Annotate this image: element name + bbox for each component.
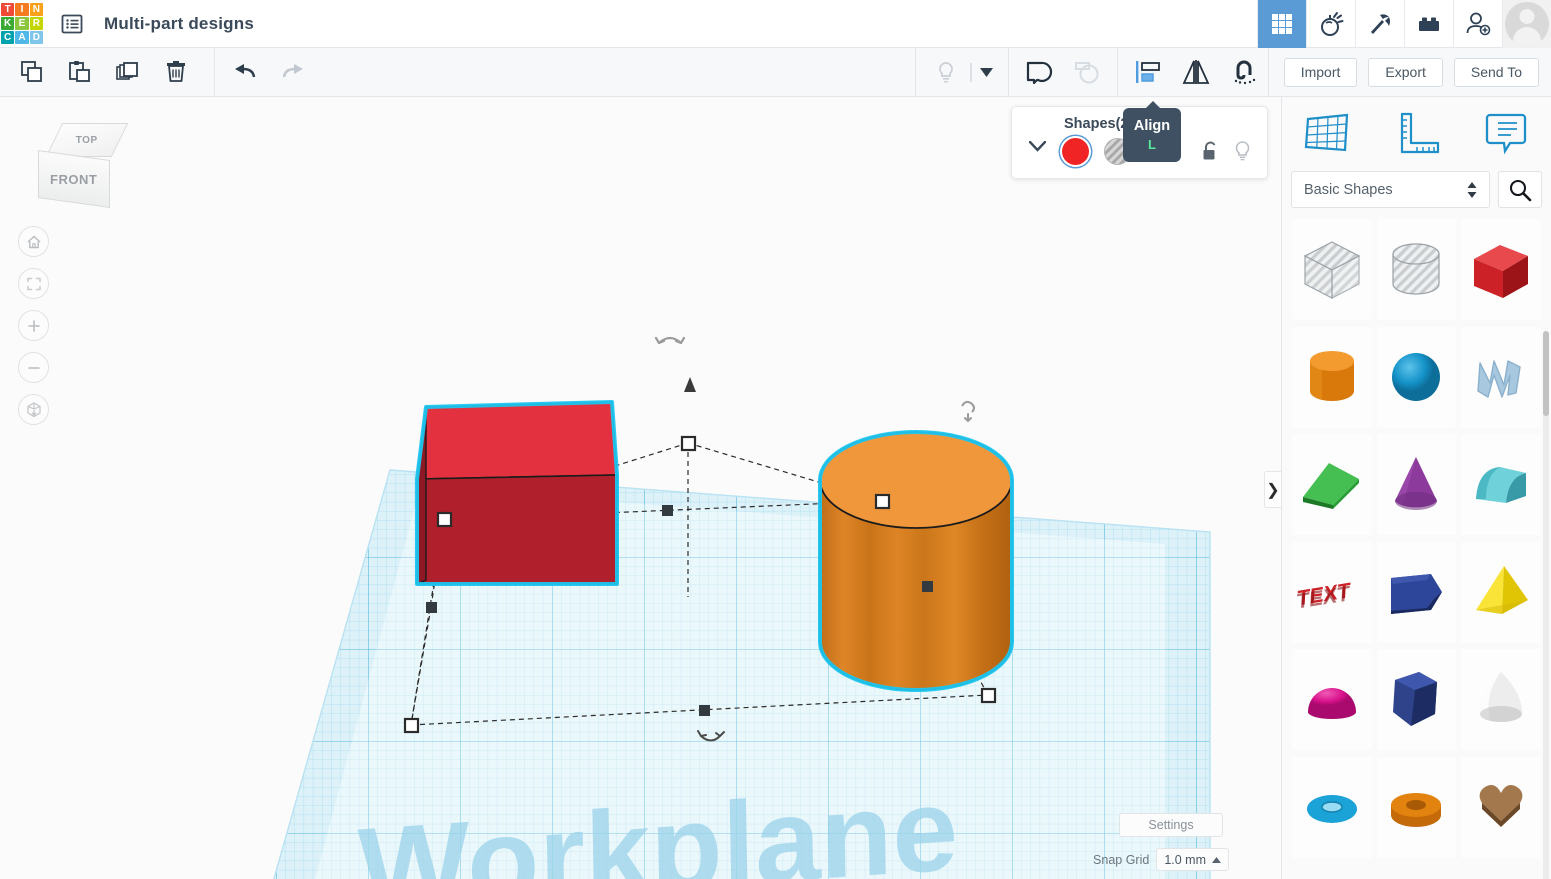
zoom-in-button[interactable] xyxy=(18,310,49,341)
shape-cylinder[interactable] xyxy=(1292,326,1372,428)
design-canvas[interactable]: Workplane TOP FRONT Settings Snap Grid 1… xyxy=(0,97,1281,879)
logo-tile-n: N xyxy=(29,2,43,16)
shape-wedge[interactable] xyxy=(1376,541,1457,643)
workplane-tool-icon[interactable] xyxy=(1282,109,1372,157)
shape-cylinder-hole[interactable] xyxy=(1376,219,1457,320)
zoom-out-button[interactable] xyxy=(18,352,49,383)
duplicate-button[interactable] xyxy=(104,48,152,96)
tinkercad-logo[interactable]: TINKERCAD xyxy=(0,2,44,46)
settings-button[interactable]: Settings xyxy=(1119,813,1223,837)
shape-scribble[interactable] xyxy=(1461,326,1541,428)
shape-polygon[interactable] xyxy=(1376,649,1457,750)
logo-tile-d: D xyxy=(29,31,43,45)
top-bar: TINKERCAD Multi-part designs xyxy=(0,0,1551,48)
shape-library-value: Basic Shapes xyxy=(1304,181,1393,198)
send-to-button[interactable]: Send To xyxy=(1453,57,1539,87)
snap-grid-label: Snap Grid xyxy=(1093,852,1150,867)
workplane: Workplane xyxy=(250,469,1211,879)
ortho-perspective-button[interactable] xyxy=(18,394,49,425)
view-cube-front-label: FRONT xyxy=(50,171,98,187)
shape-palette-scrollbar-thumb[interactable] xyxy=(1543,331,1549,416)
snap-grid-control: Snap Grid 1.0 mm xyxy=(1093,848,1229,871)
menu-icon[interactable] xyxy=(56,8,88,40)
fit-to-view-button[interactable] xyxy=(18,268,49,299)
rotation-handle-right[interactable] xyxy=(961,400,975,422)
logo-tile-k: K xyxy=(1,16,15,31)
copy-button[interactable] xyxy=(8,48,56,96)
note-tool-icon[interactable] xyxy=(1461,109,1551,157)
shape-library-controls: Basic Shapes xyxy=(1282,171,1551,208)
shape-tube[interactable] xyxy=(1376,756,1457,858)
logo-tile-a: A xyxy=(15,31,29,45)
ungroup-button[interactable] xyxy=(1063,48,1111,96)
snap-grid-dropdown[interactable]: 1.0 mm xyxy=(1156,848,1229,871)
lock-icon[interactable] xyxy=(1196,137,1224,165)
home-view-button[interactable] xyxy=(18,226,49,257)
shape-torus[interactable] xyxy=(1292,756,1372,858)
solid-color-swatch[interactable] xyxy=(1062,138,1089,165)
align-button[interactable] xyxy=(1124,48,1172,96)
paste-button[interactable] xyxy=(56,48,104,96)
tinkercad-app: TINKERCAD Multi-part designs Import Expo… xyxy=(0,0,1551,879)
undo-button[interactable] xyxy=(221,48,269,96)
right-panel-tools xyxy=(1282,97,1551,169)
caret-up-icon xyxy=(1212,856,1221,863)
height-handle-cone[interactable] xyxy=(684,377,696,392)
redo-button[interactable] xyxy=(269,48,317,96)
panel-collapse-toggle[interactable]: ❯ xyxy=(1264,471,1281,508)
group-button[interactable] xyxy=(1015,48,1063,96)
snap-grid-value: 1.0 mm xyxy=(1164,852,1206,867)
shape-palette[interactable]: TEXT TEXT xyxy=(1282,219,1551,859)
pickaxe-icon[interactable] xyxy=(1355,0,1404,48)
avatar[interactable] xyxy=(1502,0,1551,48)
light-bulb-button[interactable] xyxy=(922,48,970,96)
orange-cylinder[interactable] xyxy=(818,430,1014,692)
logo-tile-i: I xyxy=(15,2,29,16)
shape-heart[interactable] xyxy=(1461,756,1541,858)
ruler-tool-icon[interactable] xyxy=(1372,109,1462,157)
rotation-handle-top[interactable] xyxy=(654,336,686,345)
add-person-icon[interactable] xyxy=(1453,0,1502,48)
grid-apps-icon[interactable] xyxy=(1257,0,1306,48)
updown-arrows-icon xyxy=(1467,181,1477,198)
shape-sphere[interactable] xyxy=(1376,326,1457,428)
chevron-down-icon[interactable] xyxy=(1026,135,1048,157)
shape-pyramid[interactable] xyxy=(1461,541,1541,643)
import-button[interactable]: Import xyxy=(1283,57,1358,87)
tooltip-label: Align xyxy=(1133,118,1171,134)
top-bar-right-icons xyxy=(1257,0,1551,48)
light-bulb-icon[interactable] xyxy=(1228,137,1256,165)
shape-half-sphere[interactable] xyxy=(1292,649,1372,750)
shape-box-hole[interactable] xyxy=(1292,219,1372,320)
right-panel: Basic Shapes TEXT TEXT xyxy=(1281,97,1551,879)
align-tooltip: Align L xyxy=(1123,101,1181,162)
logo-tile-e: E xyxy=(15,16,29,31)
3d-scene[interactable]: Workplane xyxy=(0,97,1281,879)
red-box[interactable] xyxy=(415,400,619,586)
shape-roof[interactable] xyxy=(1292,434,1372,535)
export-button[interactable]: Export xyxy=(1368,57,1443,87)
tooltip-shortcut: L xyxy=(1148,137,1156,152)
shape-box[interactable] xyxy=(1461,219,1541,320)
search-icon[interactable] xyxy=(1498,171,1542,208)
logo-tile-r: R xyxy=(29,16,43,31)
shape-cone[interactable] xyxy=(1376,434,1457,535)
view-cube[interactable]: TOP FRONT xyxy=(22,119,129,209)
main-toolbar: Import Export Send To xyxy=(0,48,1551,97)
dropdown-caret-button[interactable] xyxy=(972,48,1002,96)
view-cube-top-label: TOP xyxy=(76,134,98,146)
shape-round-roof[interactable] xyxy=(1461,434,1541,535)
logo-tile-c: C xyxy=(1,31,15,45)
delete-button[interactable] xyxy=(152,48,200,96)
lego-brick-icon[interactable] xyxy=(1404,0,1453,48)
logo-tile-t: T xyxy=(1,2,15,16)
shape-text[interactable]: TEXT TEXT xyxy=(1292,541,1372,643)
shape-library-dropdown[interactable]: Basic Shapes xyxy=(1291,171,1490,208)
document-title[interactable]: Multi-part designs xyxy=(104,14,254,34)
circuits-icon[interactable] xyxy=(1306,0,1355,48)
mirror-button[interactable] xyxy=(1172,48,1220,96)
shape-paraboloid[interactable] xyxy=(1461,649,1541,750)
magnet-snap-button[interactable] xyxy=(1220,48,1268,96)
